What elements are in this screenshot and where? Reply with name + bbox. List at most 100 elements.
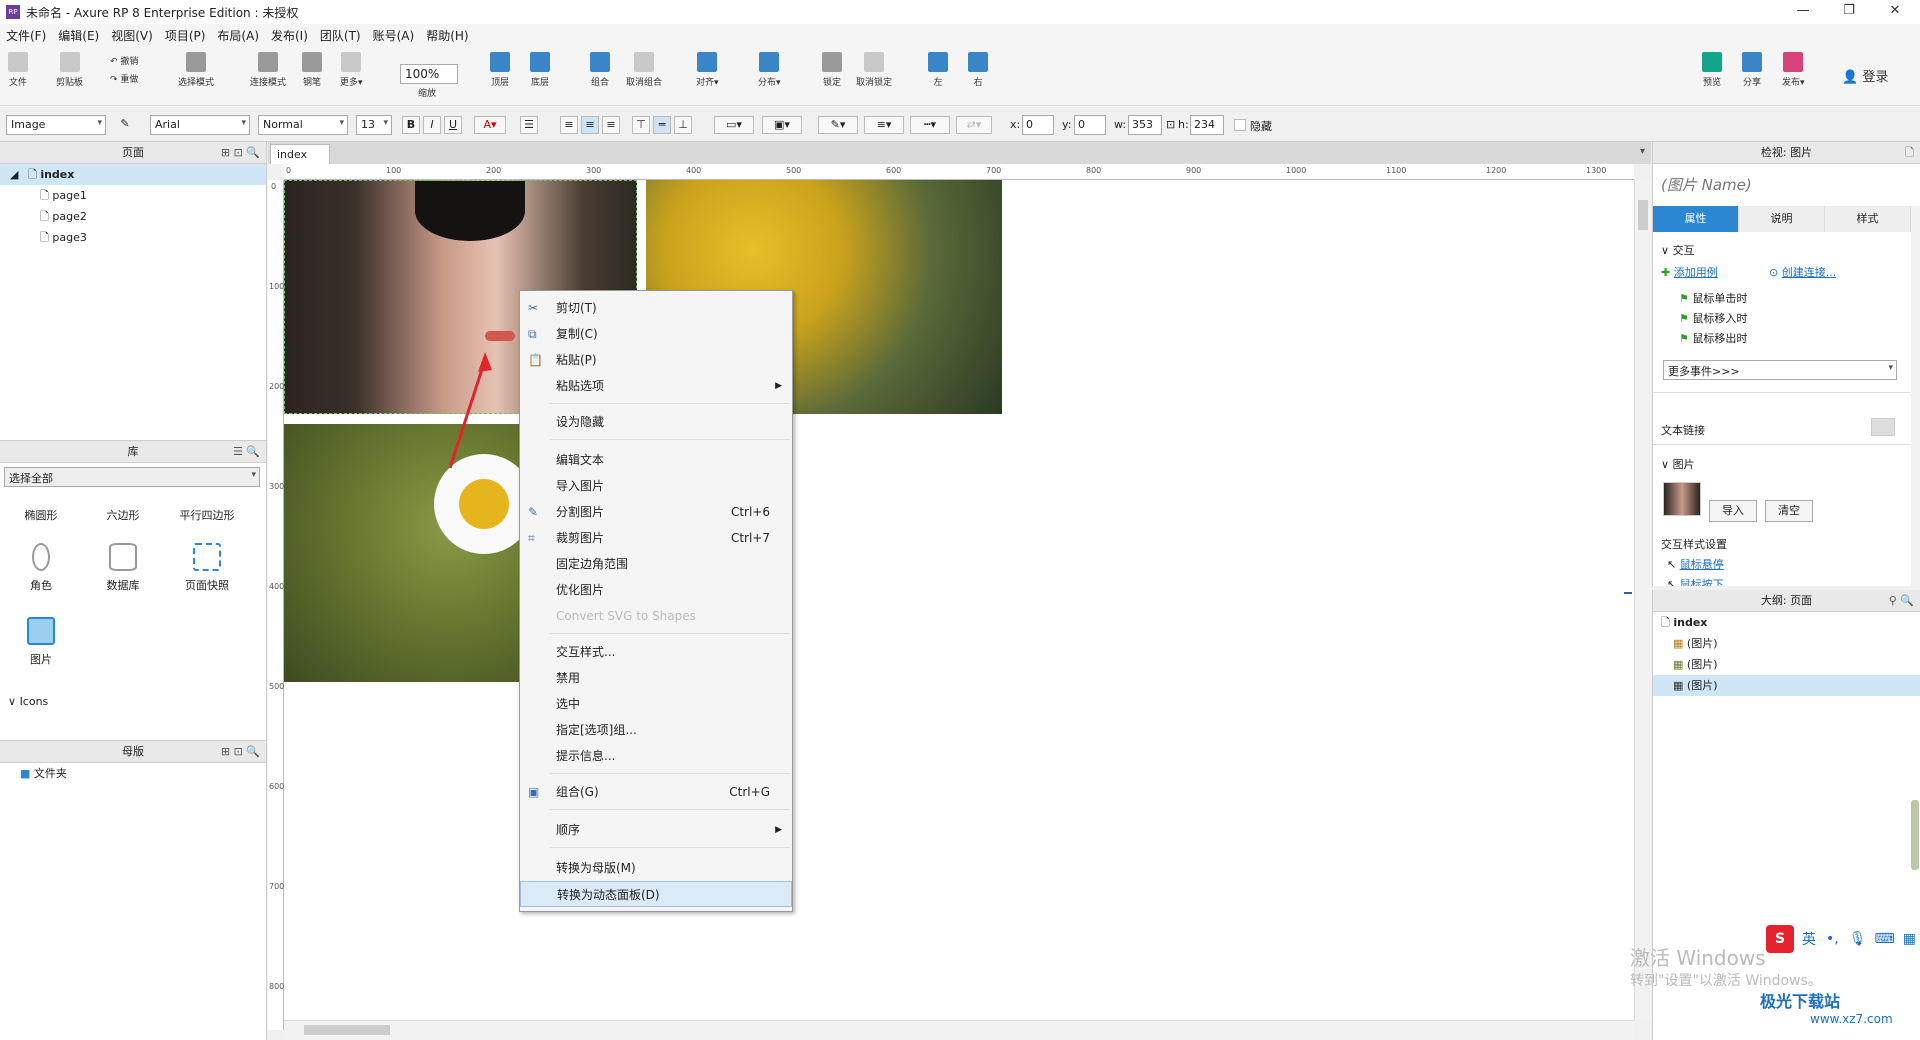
mousedown-style-link[interactable]: ↖ 鼠标按下	[1667, 576, 1724, 586]
arrow-style-button[interactable]: ⇄▾	[956, 116, 992, 134]
page-item-page1[interactable]: 🗋 page1	[0, 185, 266, 206]
tab-menu-icon[interactable]: ▾	[1640, 146, 1645, 157]
bullet-list-button[interactable]: ☰	[520, 116, 538, 134]
valign-middle-button[interactable]: ═	[653, 116, 671, 134]
font-size-select[interactable]: 13	[356, 115, 392, 135]
menu-team[interactable]: 团队(T)	[320, 27, 361, 44]
more-events-select[interactable]: 更多事件>>>	[1663, 360, 1897, 380]
preview-button[interactable]: 预览	[1702, 52, 1722, 88]
menu-item-paste-options[interactable]: 粘贴选项 ▶	[520, 373, 792, 399]
menu-item-select[interactable]: 选中	[520, 691, 792, 717]
menu-item-tooltip[interactable]: 提示信息...	[520, 743, 792, 769]
add-case-link[interactable]: ✚ 添加用例	[1661, 264, 1718, 280]
font-color-button[interactable]: A▾	[474, 116, 506, 134]
connect-mode-button[interactable]: 连接模式	[250, 52, 286, 88]
outline-item-image-3[interactable]: ▦ (图片)	[1653, 675, 1920, 696]
select-mode-button[interactable]: 选择模式	[178, 52, 214, 88]
library-select[interactable]: 选择全部	[4, 467, 260, 487]
interaction-section[interactable]: ∨ 交互	[1661, 242, 1695, 258]
menu-layout[interactable]: 布局(A)	[217, 27, 259, 44]
outline-root-index[interactable]: 🗋 index	[1653, 612, 1920, 633]
close-button[interactable]: ✕	[1872, 0, 1918, 24]
minimize-button[interactable]: —	[1780, 0, 1826, 24]
widget-name-field[interactable]: (图片 Name)	[1661, 174, 1752, 195]
ime-toolbar[interactable]: S 英 •, 🎙 ⌨ ▦	[1766, 924, 1920, 954]
send-bottom-button[interactable]: 底层	[530, 52, 550, 88]
page-item-page3[interactable]: 🗋 page3	[0, 227, 266, 248]
grid-icon[interactable]: ▦	[1903, 931, 1916, 947]
create-link-link[interactable]: ⊙ 创建连接...	[1769, 264, 1836, 280]
tab-index[interactable]: index ✕	[270, 144, 330, 174]
h-input[interactable]: 234	[1190, 115, 1224, 135]
menu-item-set-hidden[interactable]: 设为隐藏	[520, 409, 792, 435]
x-input[interactable]: 0	[1022, 115, 1054, 135]
canvas-hscroll[interactable]	[284, 1020, 1634, 1040]
valign-bottom-button[interactable]: ⊥	[674, 116, 692, 134]
ungroup-button[interactable]: 取消组合	[626, 52, 662, 88]
valign-top-button[interactable]: ⊤	[632, 116, 650, 134]
outline-filter-search-icons[interactable]: ⚲ 🔍	[1889, 590, 1914, 612]
zoom-select[interactable]: 100%	[400, 64, 458, 84]
design-canvas[interactable]	[284, 180, 1634, 1020]
underline-button[interactable]: U	[444, 116, 462, 134]
page-item-index[interactable]: ◢ 🗋 index	[0, 164, 266, 185]
group-button[interactable]: 组合	[590, 52, 610, 88]
align-button[interactable]: 对齐▾	[696, 52, 719, 88]
menu-item-selection-group[interactable]: 指定[选项]组...	[520, 717, 792, 743]
line-style-button[interactable]: ┅▾	[910, 116, 950, 134]
menu-item-group[interactable]: ▣ 组合(G) Ctrl+G	[520, 779, 792, 805]
font-family-select[interactable]: Arial	[150, 115, 250, 135]
library-panel-tools[interactable]: ☰ 🔍	[233, 441, 260, 463]
menu-item-interaction-styles[interactable]: 交互样式...	[520, 639, 792, 665]
line-color-button[interactable]: ✎▾	[818, 116, 858, 134]
masters-panel-tools[interactable]: ⊞ ⊡ 🔍	[221, 741, 260, 763]
w-input[interactable]: 353	[1128, 115, 1162, 135]
import-image-button[interactable]: 导入	[1709, 500, 1757, 522]
unlock-button[interactable]: 取消锁定	[856, 52, 892, 88]
menu-publish[interactable]: 发布(I)	[271, 27, 308, 44]
hidden-checkbox[interactable]	[1234, 119, 1246, 131]
library-item-hexagon[interactable]: 六边形	[88, 507, 158, 523]
outline-item-image-2[interactable]: ▦ (图片)	[1653, 654, 1920, 675]
hover-style-link[interactable]: ↖ 鼠标悬停	[1667, 556, 1724, 572]
menu-edit[interactable]: 编辑(E)	[58, 27, 99, 44]
inspector-scrollbar[interactable]	[1911, 206, 1920, 586]
outline-scroll-thumb[interactable]	[1911, 800, 1919, 870]
library-item-snapshot[interactable]: 页面快照	[172, 543, 242, 593]
image-section[interactable]: ∨ 图片	[1661, 456, 1695, 472]
file-button[interactable]: 文件	[8, 52, 28, 88]
menu-item-convert-dynamic-panel[interactable]: 转换为动态面板(D)	[520, 881, 792, 907]
menu-item-convert-master[interactable]: 转换为母版(M)	[520, 855, 792, 881]
image-daisy[interactable]	[284, 424, 534, 682]
pages-panel-tools[interactable]: ⊞ ⊡ 🔍	[221, 142, 260, 164]
menu-item-cut[interactable]: ✂ 剪切(T)	[520, 295, 792, 321]
ime-lang[interactable]: 英	[1802, 929, 1816, 949]
menu-item-edit-text[interactable]: 编辑文本	[520, 447, 792, 473]
punctuation-icon[interactable]: •,	[1826, 931, 1839, 947]
event-onmouseout[interactable]: ⚑ 鼠标移出时	[1679, 330, 1747, 346]
align-center-text-button[interactable]: ≡	[581, 116, 599, 134]
lock-button[interactable]: 锁定	[822, 52, 842, 88]
menu-item-import-image[interactable]: 导入图片	[520, 473, 792, 499]
library-item-parallelogram[interactable]: 平行四边形	[172, 507, 242, 523]
library-item-actor[interactable]: 角色	[6, 543, 76, 593]
keyboard-icon[interactable]: ⌨	[1875, 931, 1895, 947]
italic-button[interactable]: I	[423, 116, 441, 134]
format-painter-icon[interactable]: ✎	[116, 116, 134, 134]
menu-account[interactable]: 账号(A)	[373, 27, 415, 44]
icons-section[interactable]: ∨ Icons	[8, 695, 48, 708]
lock-ratio-icon[interactable]: ⊡	[1166, 118, 1175, 131]
event-onmouseenter[interactable]: ⚑ 鼠标移入时	[1679, 310, 1747, 326]
clipboard-button[interactable]: 剪贴板	[56, 52, 83, 88]
menu-item-order[interactable]: 顺序 ▶	[520, 817, 792, 843]
font-style-select[interactable]: Normal	[258, 115, 348, 135]
undo-button[interactable]: ↶ 撤销	[110, 54, 138, 67]
tab-properties[interactable]: 属性	[1653, 206, 1739, 232]
library-item-database[interactable]: 数据库	[88, 543, 158, 593]
line-width-button[interactable]: ≡▾	[864, 116, 904, 134]
masters-folder[interactable]: ■ 文件夹	[0, 763, 266, 784]
align-left-text-button[interactable]: ≡	[560, 116, 578, 134]
text-link-toggle[interactable]	[1871, 418, 1895, 436]
outline-item-image-1[interactable]: ▦ (图片)	[1653, 633, 1920, 654]
left-button[interactable]: 左	[928, 52, 948, 88]
